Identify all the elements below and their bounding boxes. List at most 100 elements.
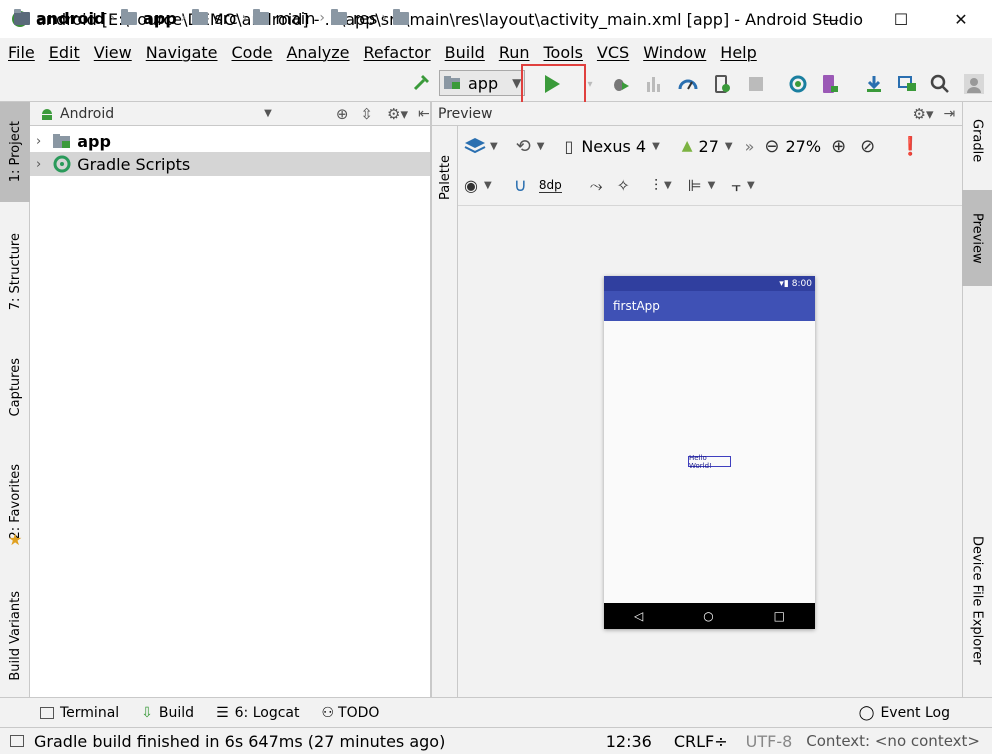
- sync-gradle-button[interactable]: [786, 72, 810, 96]
- chevron-down-icon[interactable]: ▼: [725, 141, 733, 152]
- chevron-down-icon[interactable]: ▼: [652, 141, 660, 152]
- tab-terminal[interactable]: Terminal: [40, 705, 119, 721]
- tab-logcat[interactable]: ☰ 6: Logcat: [216, 705, 299, 721]
- file-encoding[interactable]: UTF-8: [746, 732, 793, 751]
- project-structure-button[interactable]: [896, 72, 920, 96]
- profile-button[interactable]: [642, 72, 666, 96]
- menu-navigate[interactable]: Navigate: [140, 43, 224, 62]
- tab-structure-label: 7: Structure: [7, 233, 23, 311]
- layers-icon[interactable]: [464, 136, 486, 156]
- overflow-icon[interactable]: »: [745, 137, 755, 156]
- menu-vcs[interactable]: VCS: [591, 43, 635, 62]
- tab-structure[interactable]: 7: Structure: [0, 222, 30, 322]
- chevron-right-icon[interactable]: ›: [36, 157, 41, 172]
- settings-gear-icon[interactable]: ⚙▾: [387, 105, 408, 123]
- breadcrumb-main[interactable]: main: [275, 9, 315, 28]
- debug-button[interactable]: [608, 72, 632, 96]
- guidelines-icon[interactable]: ⫟: [731, 176, 741, 196]
- caret-position[interactable]: 12:36: [606, 732, 652, 751]
- device-select[interactable]: Nexus 4: [581, 137, 646, 156]
- breadcrumb-android[interactable]: android: [36, 9, 105, 28]
- infer-constraints-icon[interactable]: ✧: [617, 176, 630, 195]
- line-separator[interactable]: CRLF÷: [674, 732, 728, 751]
- menu-help[interactable]: Help: [714, 43, 762, 62]
- tab-device-file-explorer[interactable]: Device File Explorer: [962, 526, 992, 674]
- status-message: Gradle build finished in 6s 647ms (27 mi…: [34, 731, 446, 751]
- event-log-icon: ◯: [858, 704, 875, 721]
- menu-build[interactable]: Build: [439, 43, 491, 62]
- view-mode-dropdown-icon[interactable]: ▼: [264, 108, 272, 119]
- menu-run[interactable]: Run: [493, 43, 536, 62]
- tab-build-variants[interactable]: Build Variants: [0, 580, 30, 692]
- preview-settings-gear-icon[interactable]: ⚙▾: [913, 105, 934, 123]
- tab-event-log[interactable]: ◯ Event Log: [859, 705, 950, 721]
- warning-icon[interactable]: ❗: [899, 136, 921, 157]
- folder-icon: [121, 8, 138, 25]
- maximize-button[interactable]: ☐: [878, 0, 924, 38]
- locate-icon[interactable]: ⊕: [336, 105, 349, 123]
- align-icon[interactable]: ⊫: [688, 176, 702, 195]
- hello-world-textview[interactable]: Hello World!: [688, 454, 731, 470]
- stop-button[interactable]: [744, 72, 768, 96]
- sdk-manager-button[interactable]: [862, 72, 886, 96]
- zoom-out-icon[interactable]: ⊖: [764, 136, 779, 157]
- pack-icon[interactable]: ⫶: [654, 176, 658, 196]
- tab-palette[interactable]: Palette: [432, 140, 458, 216]
- menu-window[interactable]: Window: [637, 43, 712, 62]
- hide-panel-icon[interactable]: ⇤: [418, 106, 430, 122]
- orientation-icon[interactable]: ⟲: [516, 136, 531, 157]
- apply-changes-button[interactable]: ▾: [578, 72, 602, 96]
- breadcrumb-src[interactable]: src: [214, 9, 237, 28]
- menu-refactor[interactable]: Refactor: [358, 43, 437, 62]
- zoom-in-icon[interactable]: ⊕: [831, 136, 846, 157]
- tab-build[interactable]: ⇩ Build: [141, 705, 194, 721]
- phone-status-time: 8:00: [791, 278, 812, 289]
- menu-analyze[interactable]: Analyze: [280, 43, 355, 62]
- folder-icon: [192, 8, 209, 25]
- api-level-select[interactable]: 27: [699, 137, 719, 156]
- avd-manager-button[interactable]: [818, 72, 842, 96]
- clear-constraints-icon[interactable]: ⤳: [590, 176, 603, 196]
- chevron-right-icon[interactable]: ›: [36, 134, 41, 149]
- tab-gradle[interactable]: Gradle: [962, 106, 992, 176]
- tab-captures[interactable]: Captures: [0, 345, 30, 430]
- breadcrumb-app[interactable]: app: [143, 9, 177, 28]
- menu-tools[interactable]: Tools: [538, 43, 589, 62]
- menu-file[interactable]: File: [2, 43, 41, 62]
- chevron-down-icon[interactable]: ▼: [537, 141, 545, 152]
- chevron-down-icon[interactable]: ▼: [747, 180, 755, 191]
- chevron-down-icon[interactable]: ▼: [490, 141, 498, 152]
- minimize-button[interactable]: —: [808, 0, 854, 38]
- run-configuration-select[interactable]: app ▼: [439, 70, 525, 96]
- context-indicator[interactable]: Context: <no context>: [806, 732, 980, 750]
- default-margin-select[interactable]: 8dp: [538, 178, 562, 193]
- sync-icon: [789, 75, 807, 93]
- menu-edit[interactable]: Edit: [43, 43, 86, 62]
- menu-view[interactable]: View: [88, 43, 138, 62]
- tab-gradle-label: Gradle: [969, 119, 985, 163]
- attach-debugger-button[interactable]: [710, 72, 734, 96]
- tab-preview[interactable]: Preview: [962, 190, 992, 286]
- tree-item-gradle-scripts[interactable]: › Gradle Scripts: [30, 152, 430, 176]
- project-view-select[interactable]: Android: [60, 106, 114, 122]
- eye-icon[interactable]: ◉: [464, 176, 478, 195]
- chevron-down-icon[interactable]: ▼: [484, 180, 492, 191]
- close-button[interactable]: ✕: [938, 0, 984, 38]
- hide-preview-icon[interactable]: ⇥: [943, 106, 955, 122]
- zoom-fit-icon[interactable]: ⊘: [860, 136, 875, 157]
- magnet-icon[interactable]: ∪: [514, 175, 527, 196]
- collapse-icon[interactable]: ⇳: [360, 105, 373, 123]
- menu-code[interactable]: Code: [226, 43, 279, 62]
- tab-project[interactable]: 1: Project: [0, 102, 30, 202]
- phone-preview[interactable]: ▾▮ 8:00 firstApp Hello World! ◁ ○ □: [604, 276, 815, 629]
- chevron-down-icon[interactable]: ▼: [708, 180, 716, 191]
- user-button[interactable]: [962, 72, 986, 96]
- make-project-button[interactable]: [410, 72, 434, 96]
- search-button[interactable]: [928, 72, 952, 96]
- tab-todo[interactable]: ⚇ TODO: [321, 705, 379, 721]
- profiler-button[interactable]: [676, 72, 700, 96]
- breadcrumb-res[interactable]: res: [353, 9, 377, 28]
- chevron-down-icon[interactable]: ▼: [664, 180, 672, 191]
- tree-item-app[interactable]: › app: [30, 129, 430, 153]
- tool-windows-icon[interactable]: [10, 735, 24, 747]
